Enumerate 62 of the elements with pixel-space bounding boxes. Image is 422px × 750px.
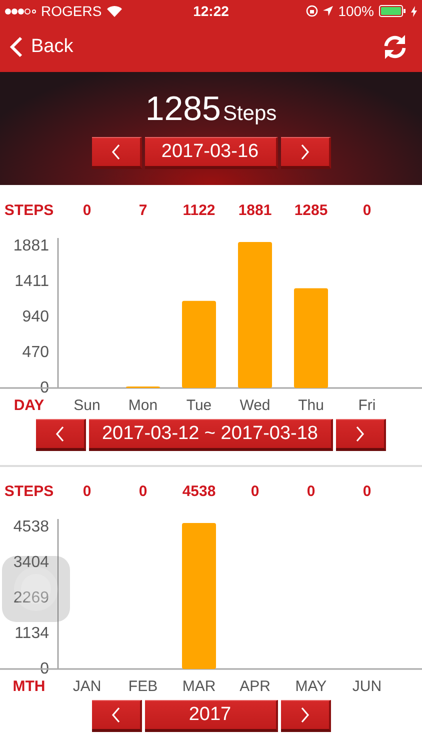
period-button[interactable]: 2017 bbox=[144, 700, 278, 732]
location-arrow-icon bbox=[323, 6, 334, 16]
refresh-icon[interactable] bbox=[382, 34, 408, 60]
axis-label: DAY bbox=[14, 397, 44, 414]
steps-unit: Steps bbox=[222, 102, 277, 126]
tick-label: 1411 bbox=[14, 272, 49, 290]
category-label: Wed bbox=[240, 397, 270, 414]
axis-label: MTH bbox=[12, 678, 46, 695]
chevron-left-icon bbox=[55, 426, 65, 442]
step-value: 0 bbox=[82, 202, 92, 219]
tick-label: 4538 bbox=[13, 518, 49, 536]
category-label: Tue bbox=[186, 397, 212, 414]
step-value: 0 bbox=[250, 483, 260, 500]
step-value: 0 bbox=[138, 483, 148, 500]
chevron-right-icon bbox=[300, 144, 310, 160]
step-value: 4538 bbox=[182, 483, 216, 500]
category-label: MAY bbox=[295, 678, 327, 695]
category-label: FEB bbox=[128, 678, 158, 695]
step-value: 1285 bbox=[294, 202, 328, 219]
previous-button[interactable] bbox=[92, 700, 142, 732]
category-label: JAN bbox=[72, 678, 102, 695]
row-label: STEPS bbox=[4, 202, 54, 219]
category-label: Mon bbox=[128, 397, 158, 414]
category-label: Thu bbox=[298, 397, 324, 414]
row-label: STEPS bbox=[4, 483, 54, 500]
step-value: 0 bbox=[362, 202, 372, 219]
next-button[interactable] bbox=[280, 700, 330, 732]
chevron-right-icon bbox=[300, 707, 310, 723]
step-value: 1122 bbox=[182, 202, 216, 219]
chevron-left-icon bbox=[110, 144, 120, 160]
category-label: Fri bbox=[358, 397, 376, 414]
step-count: 1285 bbox=[145, 90, 221, 129]
rotation-lock-icon bbox=[306, 5, 318, 17]
step-value: 0 bbox=[362, 483, 372, 500]
tick-label: 1881 bbox=[13, 238, 49, 254]
category-label: JUN bbox=[352, 678, 382, 695]
assistive-touch-button[interactable] bbox=[2, 556, 70, 622]
signal-icon bbox=[5, 8, 36, 14]
battery-percent: 100% bbox=[338, 3, 374, 19]
category-label: Sun bbox=[74, 397, 100, 414]
tick-label: 470 bbox=[22, 344, 49, 362]
tick-label: 2269 bbox=[13, 590, 49, 606]
battery-icon bbox=[379, 5, 406, 17]
period-button[interactable]: 2017-03-12 ~ 2017-03-18 bbox=[89, 419, 333, 451]
category-label: MAR bbox=[182, 678, 216, 695]
step-value: 1881 bbox=[238, 202, 272, 219]
step-value: 0 bbox=[306, 483, 316, 500]
chevron-left-icon bbox=[110, 707, 120, 723]
step-value: 0 bbox=[82, 483, 92, 500]
tick-label: 3404 bbox=[13, 554, 49, 571]
back-button[interactable]: Back bbox=[10, 36, 74, 58]
chevron-left-icon bbox=[10, 36, 23, 58]
date-button[interactable]: 2017-03-16 bbox=[144, 137, 278, 169]
step-value: 7 bbox=[138, 202, 148, 219]
category-label: APR bbox=[240, 678, 270, 695]
tick-label: 940 bbox=[22, 308, 49, 326]
chevron-right-icon bbox=[355, 426, 365, 442]
carrier-name: ROGERS bbox=[41, 3, 102, 19]
tick-label: 1134 bbox=[14, 625, 49, 642]
charging-icon bbox=[411, 6, 417, 16]
wifi-icon bbox=[106, 6, 122, 16]
clock-time: 12:22 bbox=[193, 3, 229, 19]
